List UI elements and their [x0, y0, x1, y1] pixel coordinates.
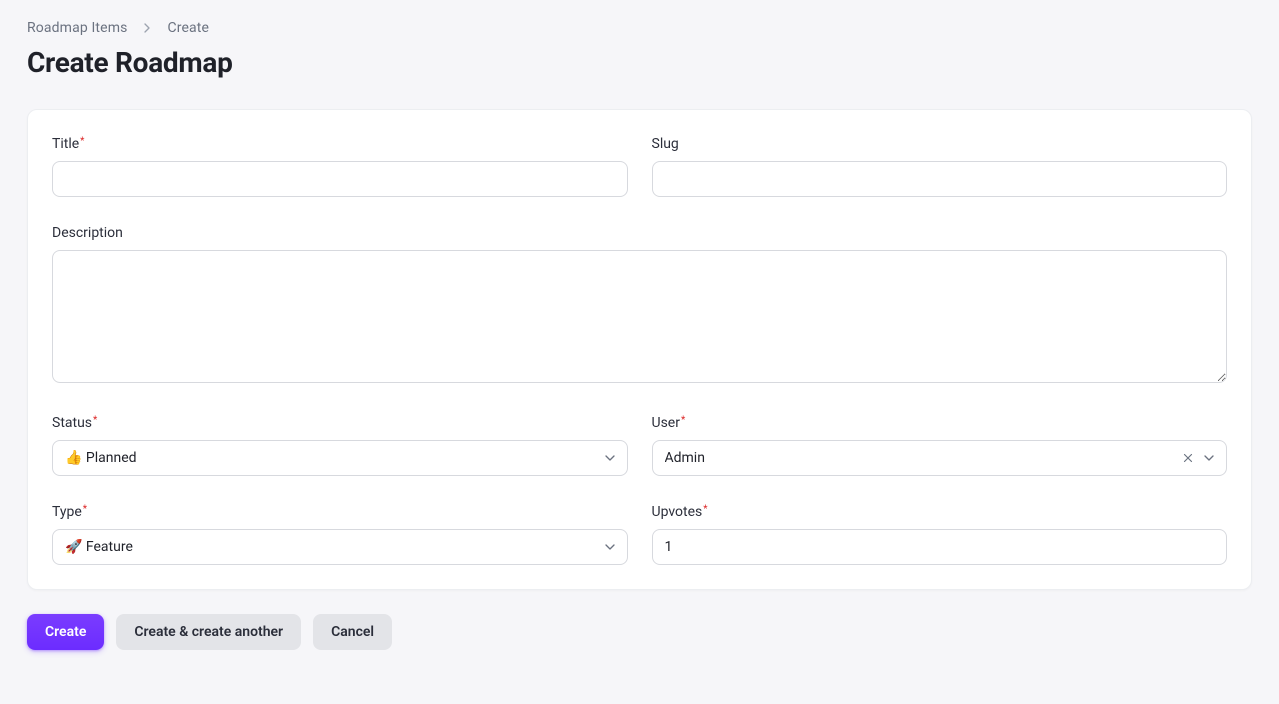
required-marker: * — [83, 505, 87, 515]
user-field-group: User * — [652, 415, 1228, 476]
create-another-button[interactable]: Create & create another — [116, 614, 301, 650]
page-title: Create Roadmap — [27, 46, 1252, 79]
status-label-text: Status — [52, 415, 92, 431]
type-select[interactable] — [52, 529, 628, 565]
slug-input[interactable] — [652, 161, 1228, 197]
clear-icon[interactable] — [1181, 451, 1195, 465]
upvotes-label-text: Upvotes — [652, 504, 703, 520]
status-field-group: Status * — [52, 415, 628, 476]
required-marker: * — [703, 505, 707, 515]
type-field-group: Type * — [52, 504, 628, 565]
description-field-group: Description — [52, 225, 1227, 387]
description-label-text: Description — [52, 225, 123, 241]
upvotes-field-group: Upvotes * — [652, 504, 1228, 565]
slug-label-text: Slug — [652, 136, 679, 152]
breadcrumb-root[interactable]: Roadmap Items — [27, 20, 127, 36]
type-label: Type * — [52, 504, 628, 520]
form-card: Title * Slug Description — [27, 109, 1252, 590]
user-select[interactable] — [652, 440, 1228, 476]
user-label: User * — [652, 415, 1228, 431]
description-input[interactable] — [52, 250, 1227, 383]
slug-label: Slug — [652, 136, 1228, 152]
title-label: Title * — [52, 136, 628, 152]
required-marker: * — [93, 416, 97, 426]
slug-field-group: Slug — [652, 136, 1228, 197]
title-input[interactable] — [52, 161, 628, 197]
breadcrumb: Roadmap Items Create — [27, 20, 1252, 36]
breadcrumb-current: Create — [167, 20, 209, 36]
upvotes-label: Upvotes * — [652, 504, 1228, 520]
user-label-text: User — [652, 415, 680, 431]
status-select[interactable] — [52, 440, 628, 476]
description-label: Description — [52, 225, 1227, 241]
status-label: Status * — [52, 415, 628, 431]
cancel-button[interactable]: Cancel — [313, 614, 392, 650]
title-label-text: Title — [52, 136, 79, 152]
type-label-text: Type — [52, 504, 82, 520]
required-marker: * — [80, 137, 84, 147]
form-actions: Create Create & create another Cancel — [27, 614, 1252, 650]
create-button[interactable]: Create — [27, 614, 104, 650]
chevron-right-icon — [139, 20, 155, 36]
upvotes-input[interactable] — [652, 529, 1228, 565]
required-marker: * — [681, 416, 685, 426]
title-field-group: Title * — [52, 136, 628, 197]
